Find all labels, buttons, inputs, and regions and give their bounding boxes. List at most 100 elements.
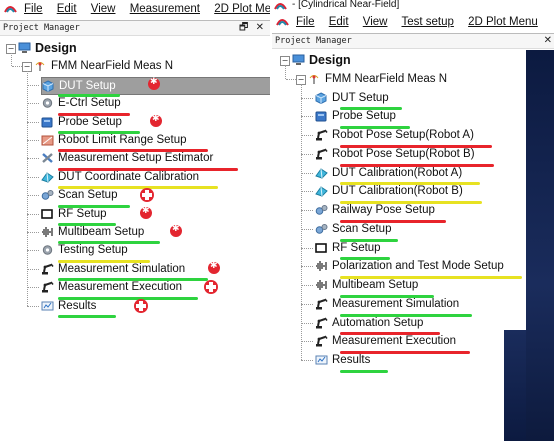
tree-connector <box>27 287 39 289</box>
tree-connector <box>27 176 39 178</box>
tree-item-label: Railway Pose Setup <box>332 204 435 216</box>
tree-connector <box>301 303 313 305</box>
annotation-star-marker <box>208 261 220 274</box>
annotation-underline <box>340 276 522 279</box>
menu-view[interactable]: View <box>91 3 116 15</box>
left-menu-bar: File Edit View Measurement 2D Plot Menu <box>0 0 270 18</box>
tree-item-label: Results <box>58 299 97 312</box>
panel-controls[interactable]: 🗗 ✕ <box>239 21 266 35</box>
gears-icon <box>315 223 328 234</box>
panel-title: Project Manager <box>275 36 352 46</box>
tree-item-label: Measurement Simulation <box>58 262 186 275</box>
annotation-underline <box>58 131 140 134</box>
annotation-underline <box>340 369 388 373</box>
annotation-underline <box>58 259 150 263</box>
annotation-plus-marker <box>140 188 154 203</box>
annotation-star-marker <box>140 206 152 219</box>
menu-measurement[interactable]: Measurement <box>130 3 200 15</box>
rf-box-icon <box>315 242 327 253</box>
tree-item-label: Robot Pose Setup(Robot A) <box>332 129 474 141</box>
tree-item-label: E-Ctrl Setup <box>58 97 121 110</box>
annotation-underline <box>340 238 398 242</box>
annotation-underline <box>58 204 130 208</box>
tree-connector <box>27 268 39 270</box>
left-window: File Edit View Measurement 2D Plot Menu … <box>0 0 270 441</box>
tree-item-label: DUT Setup <box>59 79 116 92</box>
tree-connector <box>27 195 39 197</box>
tree-item-label: Multibeam Setup <box>58 226 145 238</box>
tree-item-label: RF Setup <box>58 207 107 220</box>
tree-connector <box>27 158 39 160</box>
panel-close-control[interactable]: ✕ <box>544 34 554 48</box>
left-project-manager-header: Project Manager 🗗 ✕ <box>0 20 270 36</box>
menu-2d-plot[interactable]: 2D Plot Menu <box>468 16 538 28</box>
tree-item-label: Design <box>309 53 351 67</box>
monitor-icon <box>292 54 305 65</box>
annotation-underline <box>340 219 446 223</box>
right-title-bar: - [Cylindrical Near-Field] <box>272 0 554 12</box>
tree-item-label: DUT Setup <box>332 91 389 104</box>
gear-icon <box>42 98 53 108</box>
results-icon <box>41 301 54 311</box>
tree-item-label: Robot Limit Range Setup <box>58 134 187 146</box>
panel-title: Project Manager <box>3 23 80 33</box>
annotation-underline <box>340 144 492 148</box>
robot-arm-icon <box>316 129 328 141</box>
annotation-underline <box>58 241 160 245</box>
left-project-tree: − Design − FMM NearField Meas N DUT Setup E-C… <box>0 38 270 438</box>
tree-connector <box>27 213 39 215</box>
app-logo-icon <box>276 19 289 26</box>
tree-item-label: DUT Coordinate Calibration <box>58 170 200 183</box>
menu-edit[interactable]: Edit <box>329 16 349 28</box>
tree-item-label: Probe Setup <box>332 110 396 123</box>
tree-connector <box>285 65 286 79</box>
cube-icon <box>42 80 54 92</box>
tree-item-label: Automation Setup <box>332 316 424 329</box>
tree-connector <box>27 232 39 233</box>
tree-connector <box>301 116 313 118</box>
tree-connector <box>301 285 313 286</box>
background-desktop-strip <box>504 330 526 441</box>
tree-item-label: Measurement Setup Estimator <box>58 152 214 165</box>
menu-test-setup[interactable]: Test setup <box>401 16 453 28</box>
annotation-star-marker <box>170 224 182 237</box>
right-project-manager-header: Project Manager ✕ <box>272 33 554 49</box>
right-window: - [Cylindrical Near-Field] File Edit Vie… <box>272 0 554 441</box>
menu-file[interactable]: File <box>296 16 315 28</box>
tree-connector <box>27 305 39 307</box>
tools-icon <box>42 153 53 164</box>
background-desktop-strip <box>526 50 554 441</box>
robot-arm-icon <box>316 335 328 347</box>
tree-connector <box>27 84 39 86</box>
tree-connector <box>301 360 313 361</box>
tree-item-label: Testing Setup <box>58 244 128 257</box>
annotation-underline <box>58 315 116 318</box>
tree-item-label: Design <box>35 41 77 55</box>
menu-2d-plot[interactable]: 2D Plot Menu <box>214 3 270 15</box>
tree-connector <box>12 66 22 68</box>
annotation-underline <box>58 223 116 226</box>
tree-connector <box>27 71 28 306</box>
menu-file[interactable]: File <box>24 3 43 15</box>
antenna-icon <box>35 62 45 72</box>
beam-icon <box>42 227 53 237</box>
tree-item-label: Multibeam Setup <box>332 279 419 291</box>
menu-edit[interactable]: Edit <box>57 3 77 15</box>
tree-item-label: Results <box>332 354 371 366</box>
annotation-underline <box>340 351 470 354</box>
tree-connector <box>27 250 39 252</box>
robot-arm-icon <box>316 148 328 160</box>
right-menu-bar: File Edit View Test setup 2D Plot Menu <box>272 13 554 31</box>
tree-connector <box>286 78 296 80</box>
tree-item-label: Polarization and Test Mode Setup <box>332 260 504 273</box>
calibration-icon <box>315 167 328 179</box>
annotation-plus-marker <box>134 298 148 313</box>
annotation-underline <box>58 186 218 190</box>
tree-item-label: Measurement Execution <box>332 335 457 348</box>
tree-item-label: DUT Calibration(Robot B) <box>332 185 463 198</box>
menu-view[interactable]: View <box>363 16 388 28</box>
rf-box-icon <box>41 208 53 219</box>
tree-connector <box>27 121 39 123</box>
tree-item-label: DUT Calibration(Robot A) <box>332 166 463 179</box>
annotation-underline <box>340 163 494 167</box>
